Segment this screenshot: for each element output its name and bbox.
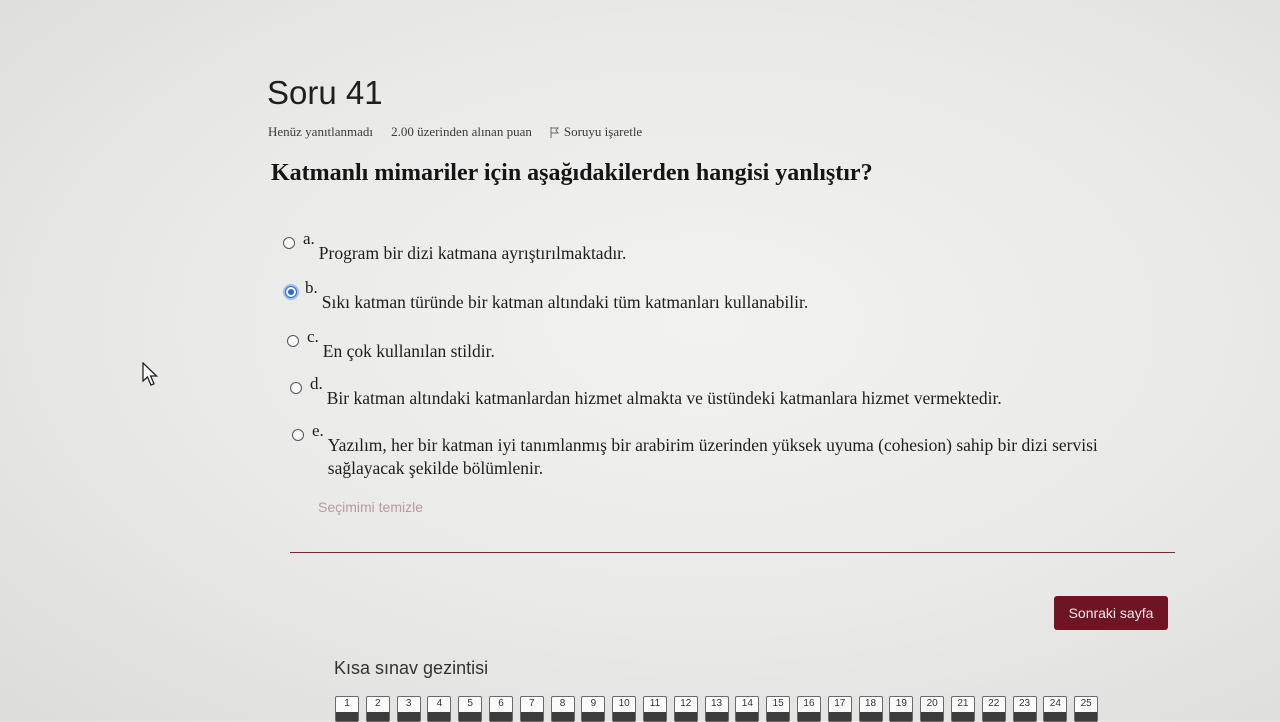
quiz-nav-button[interactable]: 15 [766, 696, 791, 722]
clear-selection-link[interactable]: Seçimimi temizle [318, 499, 423, 515]
quiz-nav-button[interactable]: 23 [1012, 696, 1037, 722]
option-c[interactable]: c. En çok kullanılan stildir. [287, 327, 495, 363]
quiz-nav-button[interactable]: 2 [365, 696, 390, 722]
option-e[interactable]: e. Yazılım, her bir katman iyi tanımlanm… [292, 421, 1142, 480]
quiz-nav-button[interactable]: 14 [735, 696, 760, 722]
quiz-nav-button[interactable]: 25 [1074, 696, 1099, 722]
option-e-letter: e. [312, 421, 324, 440]
quiz-navigation-title: Kısa sınav gezintisi [334, 658, 489, 678]
option-c-radio[interactable] [287, 335, 299, 347]
divider [290, 552, 1175, 553]
option-b-radio[interactable] [285, 286, 297, 298]
quiz-nav-button[interactable]: 8 [550, 696, 575, 722]
quiz-nav-button[interactable]: 10 [612, 696, 637, 722]
option-b-text: Sıkı katman türünde bir katman altındaki… [321, 292, 809, 312]
quiz-nav-button[interactable]: 1 [335, 696, 359, 722]
option-d-radio[interactable] [290, 382, 302, 394]
quiz-nav-button[interactable]: 3 [396, 696, 421, 722]
quiz-nav-button[interactable]: 19 [889, 696, 914, 722]
quiz-nav-button[interactable]: 5 [458, 696, 483, 722]
quiz-nav-button[interactable]: 20 [920, 696, 945, 722]
quiz-nav-button[interactable]: 11 [642, 696, 667, 722]
option-d-text: Bir katman altındaki katmanlardan hizmet… [326, 388, 1002, 408]
question-text: Katmanlı mimariler için aşağıdakilerden … [271, 160, 873, 186]
quiz-nav-button[interactable]: 18 [858, 696, 883, 722]
option-d-letter: d. [310, 374, 323, 393]
option-d[interactable]: d. Bir katman altındaki katmanlardan hiz… [290, 374, 1002, 410]
option-c-letter: c. [307, 327, 319, 346]
question-title: Soru 41 [267, 74, 383, 111]
quiz-nav-button[interactable]: 6 [488, 696, 513, 722]
quiz-nav-button[interactable]: 12 [673, 696, 698, 722]
question-info: Henüz yanıtlanmadı 2.00 üzerinden alınan… [268, 124, 678, 140]
option-e-text: Yazılım, her bir katman iyi tanımlanmış … [327, 435, 1098, 478]
option-e-radio[interactable] [292, 429, 304, 441]
question-points: 2.00 üzerinden alınan puan [391, 124, 532, 139]
quiz-nav-button[interactable]: 24 [1043, 696, 1068, 722]
quiz-nav-button[interactable]: 9 [581, 696, 606, 722]
flag-question-link[interactable]: Soruyu işaretle [550, 124, 660, 140]
quiz-navigation: 1 2 3 4 5 6 7 8 9 10 11 12 13 14 15 16 17 18 19 20 21 22 23 24 2… [335, 696, 1105, 722]
flag-label: Soruyu işaretle [563, 124, 643, 139]
next-page-button[interactable]: Sonraki sayfa [1054, 596, 1168, 630]
option-a[interactable]: a. Program bir dizi katmana ayrıştırılma… [283, 229, 627, 265]
quiz-nav-button[interactable]: 22 [981, 696, 1006, 722]
mouse-pointer-icon [142, 362, 159, 386]
option-a-text: Program bir dizi katmana ayrıştırılmakta… [318, 243, 627, 263]
quiz-nav-button[interactable]: 21 [950, 696, 975, 722]
option-c-text: En çok kullanılan stildir. [322, 341, 495, 361]
quiz-nav-button[interactable]: 13 [704, 696, 729, 722]
quiz-nav-button[interactable]: 17 [827, 696, 852, 722]
quiz-nav-button[interactable]: 4 [427, 696, 452, 722]
question-status: Henüz yanıtlanmadı [268, 124, 374, 139]
quiz-nav-button[interactable]: 16 [796, 696, 821, 722]
option-a-letter: a. [303, 229, 315, 248]
option-b-letter: b. [305, 278, 318, 297]
flag-icon [550, 126, 559, 138]
option-b[interactable]: b. Sıkı katman türünde bir katman altınd… [285, 278, 809, 314]
option-a-radio[interactable] [283, 237, 295, 249]
quiz-nav-button[interactable]: 7 [519, 696, 544, 722]
